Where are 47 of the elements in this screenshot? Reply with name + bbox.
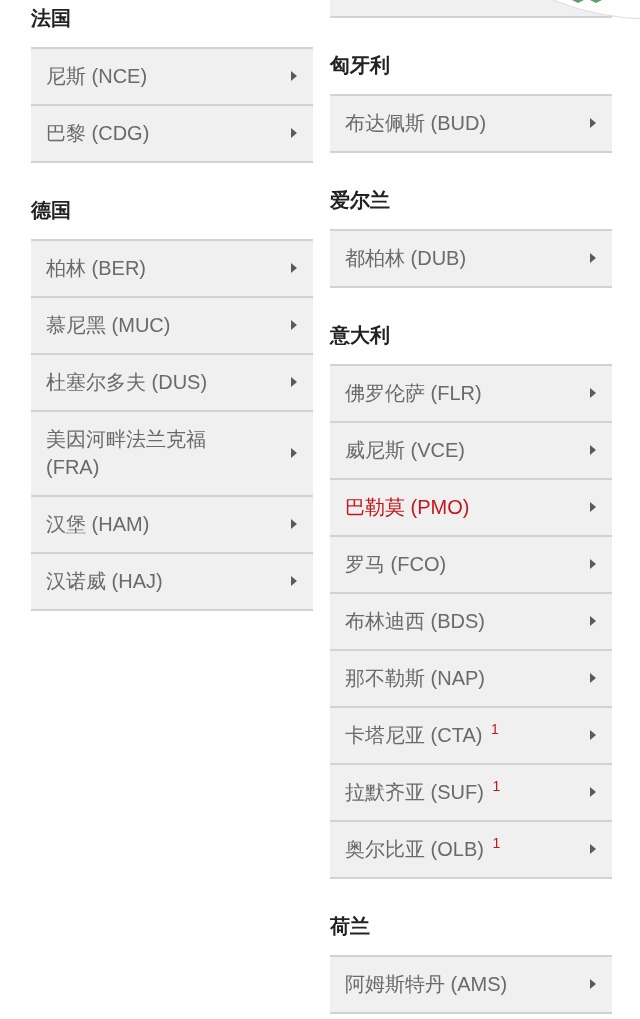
airport-link[interactable]: 巴勒莫 (PMO): [330, 478, 612, 535]
airport-link[interactable]: 罗马 (FCO): [330, 535, 612, 592]
caret-icon: [291, 377, 297, 387]
caret-icon: [590, 253, 596, 263]
caret-icon: [590, 730, 596, 740]
caret-icon: [291, 519, 297, 529]
caret-icon: [590, 559, 596, 569]
country-heading: 法国: [31, 6, 72, 31]
airport-link[interactable]: 尼斯 (NCE): [31, 47, 313, 104]
caret-icon: [590, 673, 596, 683]
caret-icon: [291, 128, 297, 138]
caret-icon: [590, 844, 596, 854]
caret-icon: [590, 979, 596, 989]
country-heading: 德国: [31, 198, 72, 223]
caret-icon: [291, 320, 297, 330]
country-heading: 匈牙利: [330, 53, 391, 78]
caret-icon: [590, 787, 596, 797]
floating-button[interactable]: [550, 0, 640, 22]
caret-icon: [590, 616, 596, 626]
airport-link[interactable]: 佛罗伦萨 (FLR): [330, 364, 612, 421]
airport-link[interactable]: 那不勒斯 (NAP): [330, 649, 612, 706]
caret-icon: [590, 502, 596, 512]
airport-link[interactable]: 奥尔比亚 (OLB) $^{1}$: [330, 820, 612, 879]
caret-icon: [291, 71, 297, 81]
caret-icon: [291, 448, 297, 458]
country-heading: 意大利: [330, 323, 391, 348]
airport-link[interactable]: 巴黎 (CDG): [31, 104, 313, 163]
airport-link[interactable]: 汉堡 (HAM): [31, 495, 313, 552]
country-heading: 荷兰: [330, 914, 371, 939]
airport-link[interactable]: 柏林 (BER): [31, 239, 313, 296]
airport-link[interactable]: 布达佩斯 (BUD): [330, 94, 612, 153]
caret-icon: [590, 118, 596, 128]
airport-link[interactable]: 慕尼黑 (MUC): [31, 296, 313, 353]
country-heading: 爱尔兰: [330, 188, 391, 213]
airport-link[interactable]: 布林迪西 (BDS): [330, 592, 612, 649]
airport-link[interactable]: 威尼斯 (VCE): [330, 421, 612, 478]
airport-link[interactable]: 拉默齐亚 (SUF) $^{1}$: [330, 763, 612, 820]
airport-link[interactable]: 汉诺威 (HAJ): [31, 552, 313, 611]
airport-link[interactable]: 阿姆斯特丹 (AMS): [330, 955, 612, 1014]
airport-link[interactable]: 卡塔尼亚 (CTA) $^{1}$: [330, 706, 612, 763]
airport-link[interactable]: 美因河畔法兰克福 (FRA): [31, 410, 313, 495]
airport-link[interactable]: 杜塞尔多夫 (DUS): [31, 353, 313, 410]
caret-icon: [590, 445, 596, 455]
caret-icon: [590, 388, 596, 398]
caret-icon: [291, 263, 297, 273]
caret-icon: [291, 576, 297, 586]
airport-link[interactable]: 都柏林 (DUB): [330, 229, 612, 288]
